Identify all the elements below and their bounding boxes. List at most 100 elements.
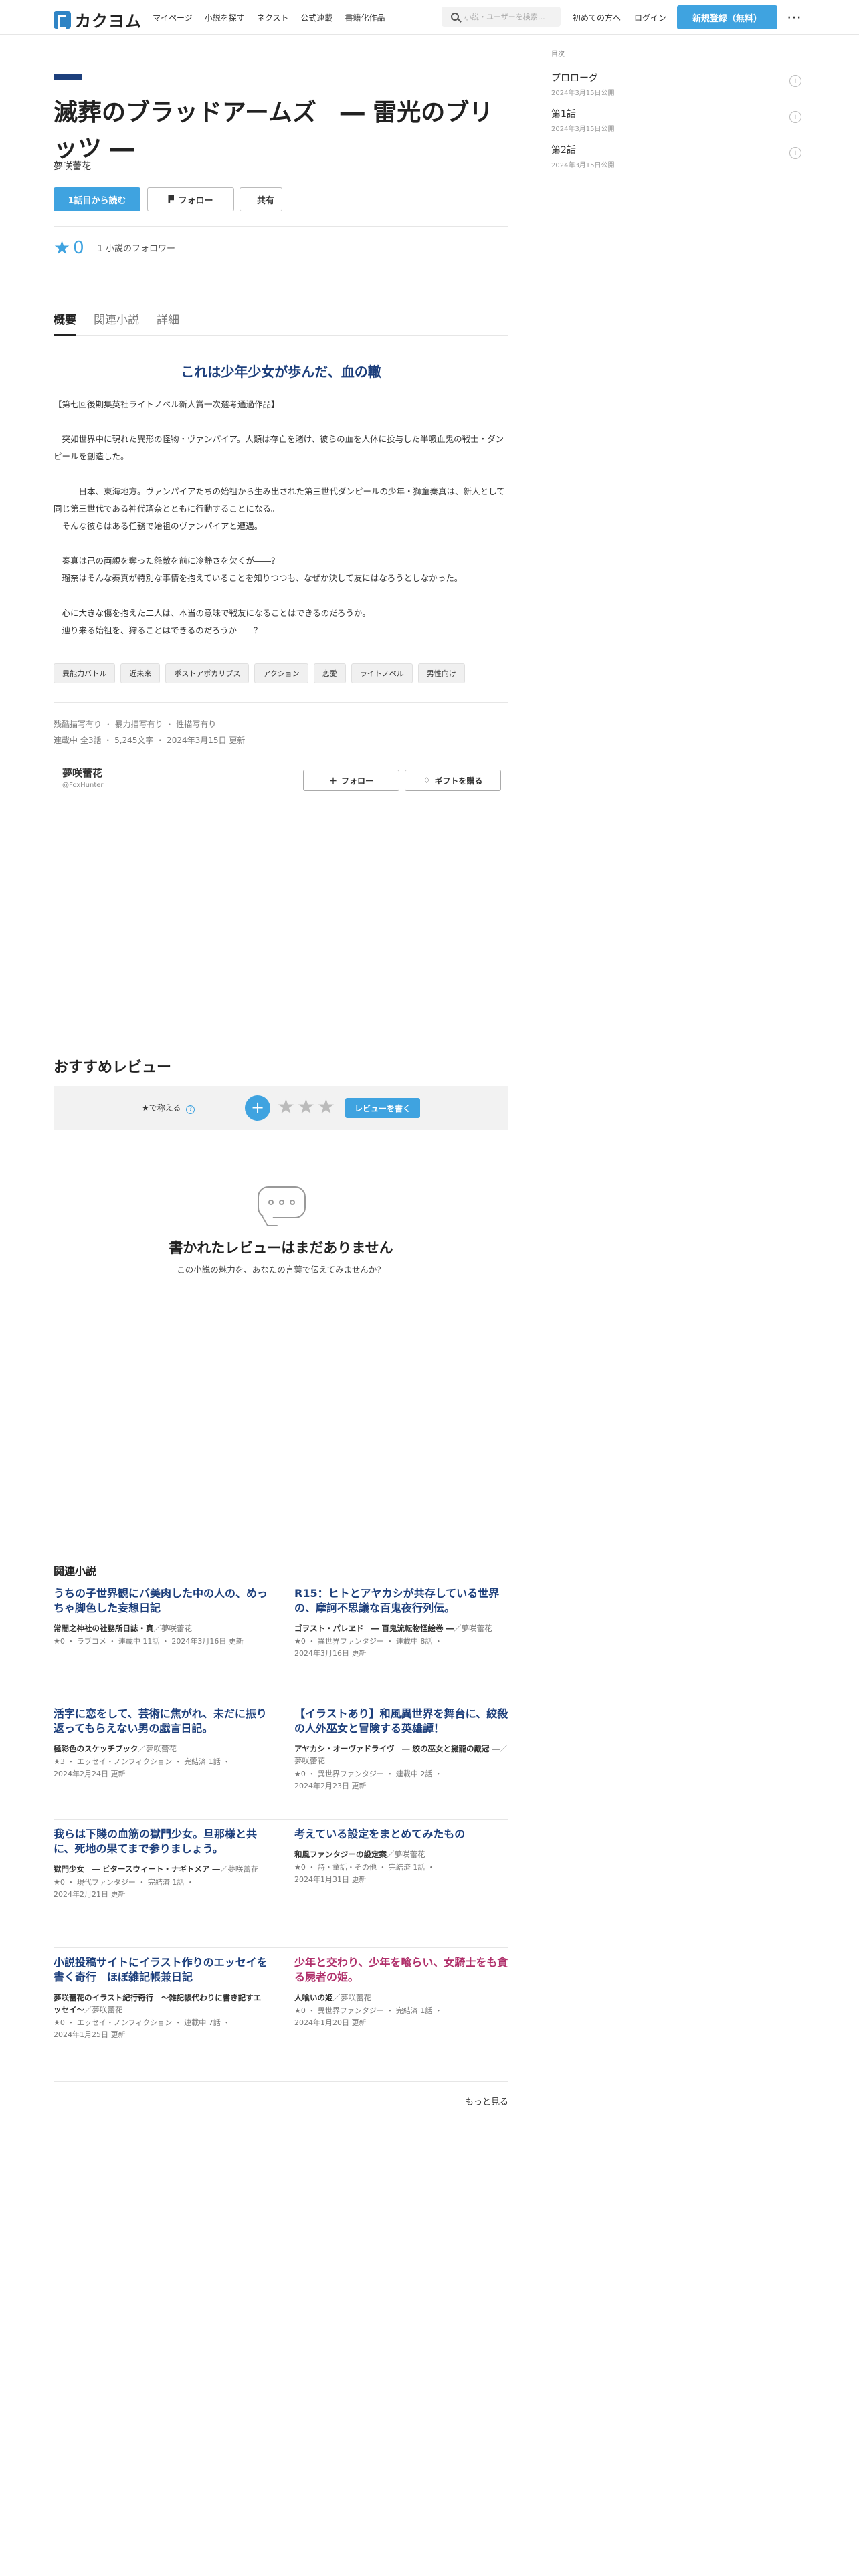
- related-novel-card[interactable]: 活字に恋をして、芸術に焦がれ、未だに振り返ってもらえない男の戯言日記。 極彩色の…: [54, 1707, 268, 1780]
- related-updated: 2024年2月24日 更新: [54, 1769, 126, 1778]
- related-subtitle: 夢咲蕾花のイラスト紀行奇行 ～雑記帳代わりに書き記すエッセイ～／夢咲蕾花: [54, 1993, 262, 2014]
- related-title[interactable]: うちの子世界観にバ美肉した中の人の、めっちゃ脚色した妄想日記: [54, 1586, 268, 1616]
- tab-summary[interactable]: 概要: [54, 308, 76, 336]
- divider: [54, 226, 508, 227]
- gift-label: ギフトを贈る: [434, 776, 483, 786]
- genre-tag[interactable]: 異能力バトル: [54, 663, 116, 683]
- title-accent-bar: [54, 74, 82, 80]
- related-title[interactable]: 考えている設定をまとめてみたもの: [294, 1827, 508, 1842]
- reviews-heading: おすすめレビュー: [54, 1059, 172, 1076]
- related-novel-card[interactable]: 考えている設定をまとめてみたもの 和風ファンタジーの設定案／夢咲蕾花 ★0 ・ …: [294, 1827, 508, 1886]
- genre-tag[interactable]: 男性向け: [417, 663, 465, 683]
- related-novel-card[interactable]: 【イラストあり】和風異世界を舞台に、絞殺の人外巫女と冒険する英雄譚！ アヤカシ・…: [294, 1707, 508, 1792]
- user-plus-icon: ＋: [328, 776, 337, 786]
- login-link[interactable]: ログイン: [634, 12, 666, 23]
- related-meta: ★0 ・ エッセイ・ノンフィクション ・ 連載中 7話 ・: [54, 2018, 231, 2027]
- star-rating-icon[interactable]: ★: [277, 1095, 295, 1119]
- related-title[interactable]: 【イラストあり】和風異世界を舞台に、絞殺の人外巫女と冒険する英雄譚！: [294, 1707, 508, 1736]
- related-meta: ★0 ・ 詩・童話・その他 ・ 完結済 1話 ・: [294, 1863, 435, 1872]
- add-star-button[interactable]: +: [245, 1095, 270, 1121]
- share-button[interactable]: 共有: [240, 187, 282, 211]
- info-icon[interactable]: i: [789, 111, 801, 123]
- toc-episode[interactable]: 第1話 2024年3月15日公開 i: [551, 107, 801, 133]
- related-novel-card[interactable]: うちの子世界観にバ美肉した中の人の、めっちゃ脚色した妄想日記 常闇之神社の社務所…: [54, 1586, 268, 1648]
- logo-text: カクヨム: [75, 12, 142, 31]
- nav-books[interactable]: 書籍化作品: [345, 12, 385, 23]
- beginner-link[interactable]: 初めての方へ: [573, 12, 621, 23]
- signup-button[interactable]: 新規登録（無料）: [677, 5, 777, 29]
- genre-tag[interactable]: 恋愛: [313, 663, 346, 683]
- episode-title: 第2話: [551, 145, 576, 156]
- related-updated: 2024年1月25日 更新: [54, 2030, 126, 2039]
- related-meta: ★3 ・ エッセイ・ノンフィクション ・ 完結済 1話 ・: [54, 1757, 231, 1766]
- site-logo[interactable]: カクヨム: [54, 8, 142, 31]
- content-warnings: 残酷描写有り ・ 暴力描写有り ・ 性描写有り: [54, 720, 217, 729]
- follow-work-button[interactable]: フォロー: [147, 187, 234, 211]
- send-gift-button[interactable]: ♢ ギフトを贈る: [405, 770, 501, 791]
- no-reviews-subtitle: この小説の魅力を、あなたの言葉で伝えてみませんか？: [177, 1265, 385, 1275]
- episode-date: 2024年3月15日公開: [551, 90, 615, 97]
- tab-details[interactable]: 詳細: [157, 308, 179, 336]
- genre-tag[interactable]: アクション: [254, 663, 308, 683]
- related-title[interactable]: 小説投稿サイトにイラスト作りのエッセイを書く奇行 ほぼ雑記帳兼日記: [54, 1955, 268, 1985]
- related-meta: ★0 ・ 異世界ファンタジー ・ 完結済 1話 ・: [294, 2006, 442, 2015]
- catchphrase: これは少年少女が歩んだ、血の轍: [181, 364, 381, 380]
- star-count: 0: [73, 237, 84, 258]
- related-updated: 2024年1月20日 更新: [294, 2018, 367, 2027]
- nav-official[interactable]: 公式連載: [300, 12, 332, 23]
- speech-bubble-icon: [258, 1186, 306, 1218]
- help-icon[interactable]: ?: [186, 1105, 195, 1114]
- related-updated: 2024年3月16日 更新: [294, 1649, 367, 1658]
- more-related-link[interactable]: もっと見る: [455, 2095, 508, 2107]
- status-line: 連載中 全3話 ・ 5,245文字 ・ 2024年3月15日 更新: [54, 736, 246, 745]
- search-input[interactable]: 小説・ユーザーを検索…: [442, 7, 561, 27]
- related-title[interactable]: 少年と交わり、少年を喰らい、女騎士をも貪る屍者の姫。: [294, 1955, 508, 1985]
- follow-label: フォロー: [178, 195, 213, 206]
- tab-related[interactable]: 関連小説: [94, 308, 139, 336]
- search-placeholder: 小説・ユーザーを検索…: [464, 13, 545, 21]
- read-first-episode-button[interactable]: 1話目から読む: [54, 187, 140, 211]
- episode-date: 2024年3月15日公開: [551, 126, 615, 133]
- episode-title: 第1話: [551, 109, 576, 120]
- no-reviews-title: 書かれたレビューはまだありません: [169, 1240, 393, 1256]
- star-icon: ★: [54, 237, 71, 259]
- toc-episode[interactable]: 第2話 2024年3月15日公開 i: [551, 143, 801, 169]
- write-review-button[interactable]: レビューを書く: [345, 1098, 420, 1118]
- toc-episode[interactable]: プロローグ 2024年3月15日公開 i: [551, 71, 801, 97]
- bookmark-flag-icon: [168, 195, 175, 203]
- star-rating-icon[interactable]: ★: [317, 1095, 335, 1119]
- work-title[interactable]: 滅葬のブラッドアームズ ― 雷光のブリッツ ―: [54, 95, 508, 167]
- star-rating-icon[interactable]: ★: [297, 1095, 315, 1119]
- related-novel-card[interactable]: 小説投稿サイトにイラスト作りのエッセイを書く奇行 ほぼ雑記帳兼日記 夢咲蕾花のイ…: [54, 1955, 268, 2041]
- episode-title: プロローグ: [551, 73, 598, 84]
- rate-label-text: ★で称える: [142, 1103, 181, 1113]
- genre-tag[interactable]: 近未来: [120, 663, 161, 683]
- review-rating-bar: ★で称える ? + ★ ★ ★ レビューを書く: [54, 1086, 508, 1130]
- nav-search-novels[interactable]: 小説を探す: [205, 12, 245, 23]
- divider: [54, 1947, 508, 1948]
- author-name[interactable]: 夢咲蕾花: [62, 766, 102, 780]
- site-header: カクヨム マイページ 小説を探す ネクスト 公式連載 書籍化作品 小説・ユーザー…: [0, 0, 859, 35]
- nav-mypage[interactable]: マイページ: [153, 12, 193, 23]
- info-icon[interactable]: i: [789, 75, 801, 87]
- introduction: 【第七回後期集英社ライトノベル新人賞一次選考通過作品】 突如世界中に現れた異形の…: [54, 399, 505, 635]
- related-title[interactable]: 我らは下賤の血筋の獄門少女。旦那様と共に、死地の果てまで参りましょう。: [54, 1827, 268, 1856]
- episode-date: 2024年3月15日公開: [551, 162, 615, 169]
- follow-author-label: フォロー: [341, 776, 374, 786]
- genre-tag[interactable]: ポストアポカリプス: [165, 663, 250, 683]
- follower-count[interactable]: 1 小説のフォロワー: [98, 241, 175, 254]
- related-novel-card[interactable]: 少年と交わり、少年を喰らい、女騎士をも貪る屍者の姫。 人喰いの姫／夢咲蕾花 ★0…: [294, 1955, 508, 2029]
- work-author[interactable]: 夢咲蕾花: [54, 159, 91, 173]
- nav-next[interactable]: ネクスト: [257, 12, 289, 23]
- divider: [54, 702, 508, 703]
- related-novel-card[interactable]: R15：ヒトとアヤカシが共存している世界の、摩訶不思議な百鬼夜行列伝。 ゴヲスト…: [294, 1586, 508, 1660]
- genre-tag[interactable]: ライトノベル: [351, 663, 413, 683]
- related-updated: 2024年2月23日 更新: [294, 1782, 367, 1790]
- related-title[interactable]: 活字に恋をして、芸術に焦がれ、未だに振り返ってもらえない男の戯言日記。: [54, 1707, 268, 1736]
- info-icon[interactable]: i: [789, 147, 801, 159]
- related-title[interactable]: R15：ヒトとアヤカシが共存している世界の、摩訶不思議な百鬼夜行列伝。: [294, 1586, 508, 1616]
- related-meta: ★0 ・ 異世界ファンタジー ・ 連載中 2話 ・: [294, 1769, 442, 1778]
- follow-author-button[interactable]: ＋ フォロー: [303, 770, 399, 791]
- related-novel-card[interactable]: 我らは下賤の血筋の獄門少女。旦那様と共に、死地の果てまで参りましょう。 獄門少女…: [54, 1827, 268, 1901]
- more-menu-icon[interactable]: ⋯: [787, 9, 802, 26]
